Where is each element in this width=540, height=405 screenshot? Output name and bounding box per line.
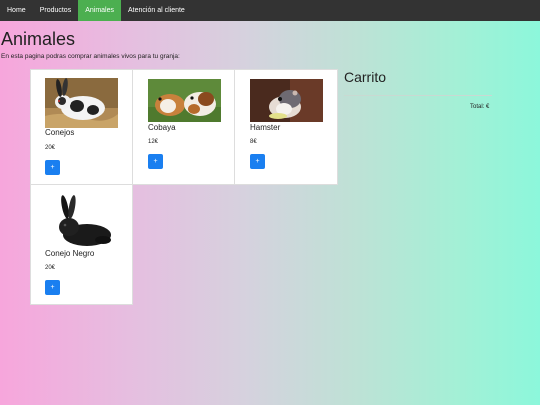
product-price: 8€	[250, 139, 257, 145]
hamster-photo	[250, 79, 323, 122]
product-card-cobaya: Cobaya 12€ +	[132, 69, 235, 185]
product-card-hamster: Hamster 8€ +	[234, 69, 338, 185]
add-to-cart-button[interactable]: +	[250, 154, 265, 169]
cart-total: Total: €	[470, 104, 490, 110]
nav-productos[interactable]: Productos	[33, 0, 79, 21]
add-to-cart-button[interactable]: +	[45, 280, 60, 295]
add-to-cart-button[interactable]: +	[45, 160, 60, 175]
product-name: Hamster	[250, 123, 281, 132]
top-navbar: Home Productos Animales Atención al clie…	[0, 0, 540, 21]
nav-animales[interactable]: Animales	[78, 0, 122, 21]
cart-divider	[344, 95, 492, 96]
black-rabbit-photo	[45, 195, 118, 248]
add-to-cart-button[interactable]: +	[148, 154, 163, 169]
nav-atencion-cliente[interactable]: Atención al cliente	[121, 0, 192, 21]
nav-home[interactable]: Home	[0, 0, 33, 21]
product-card-conejos: Conejos 20€ +	[30, 69, 133, 185]
product-card-conejo-negro: Conejo Negro 20€ +	[30, 184, 133, 305]
rabbit-photo	[45, 78, 118, 128]
page-intro: En esta pagina podras comprar animales v…	[1, 53, 180, 60]
product-name: Conejo Negro	[45, 249, 95, 258]
product-name: Cobaya	[148, 123, 176, 132]
cart-title: Carrito	[344, 69, 387, 85]
product-price: 20€	[45, 145, 56, 151]
guinea-pig-photo	[148, 79, 221, 122]
product-price: 20€	[45, 265, 56, 271]
product-price: 12€	[148, 139, 159, 145]
product-name: Conejos	[45, 128, 75, 137]
page-title: Animales	[1, 29, 76, 49]
